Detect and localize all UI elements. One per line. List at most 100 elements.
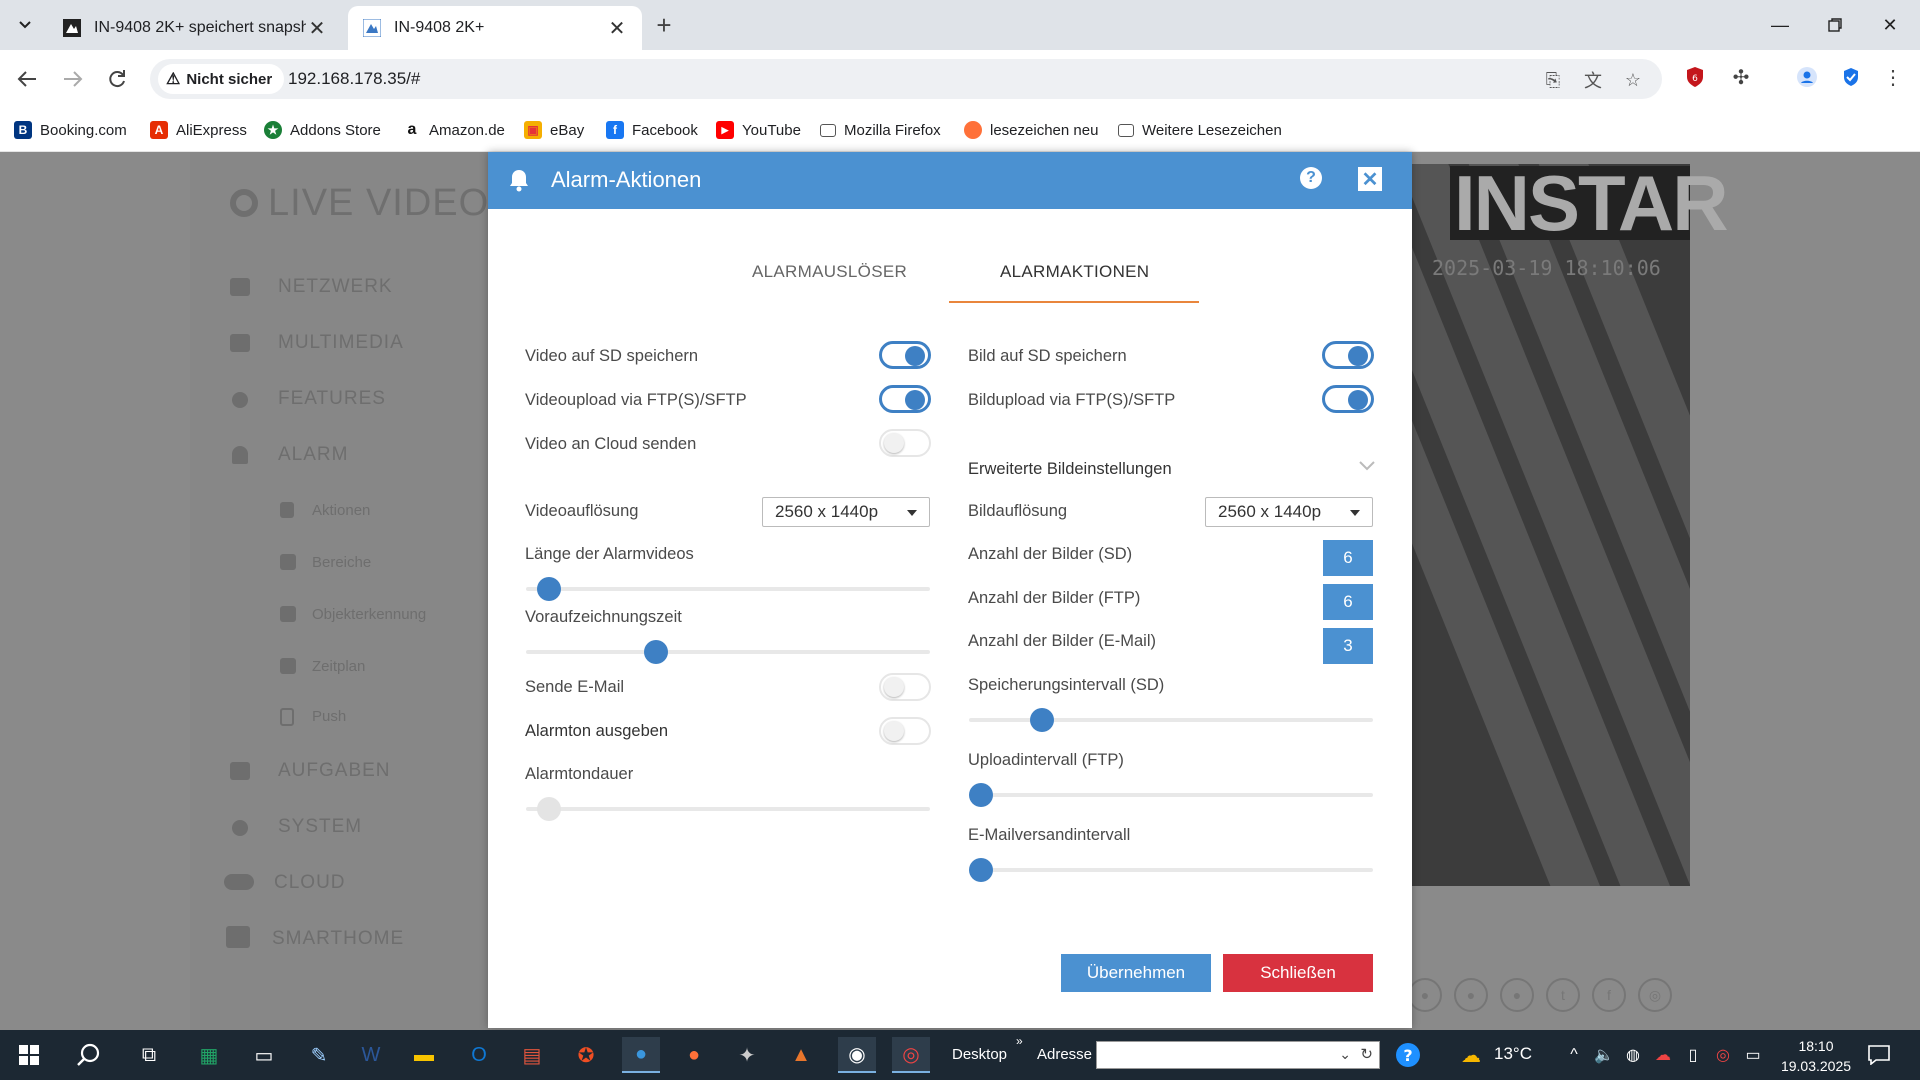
bookmark-youtube[interactable]: ▶ YouTube: [716, 116, 801, 144]
windows-start-icon[interactable]: [10, 1037, 48, 1073]
video-length-slider[interactable]: [526, 577, 930, 601]
apply-button[interactable]: Übernehmen: [1061, 954, 1211, 992]
image-count-ftp-input[interactable]: 6: [1323, 584, 1373, 620]
bookmark-label: eBay: [550, 121, 585, 139]
app-icon[interactable]: ▲: [782, 1037, 820, 1073]
search-icon[interactable]: [70, 1037, 108, 1073]
slider-thumb[interactable]: [643, 640, 668, 664]
taskbar-address-input[interactable]: ⌄ ↻: [1096, 1041, 1380, 1069]
slider-thumb[interactable]: [537, 577, 562, 601]
nav-alarm: ALARM: [278, 444, 349, 465]
address-bar[interactable]: ⚠ Nicht sicher 192.168.178.35/# ⎘ 文 ☆: [150, 59, 1662, 99]
forward-icon[interactable]: [58, 64, 88, 94]
notepad-icon[interactable]: ✎: [300, 1037, 338, 1073]
close-tab-icon[interactable]: ✕: [306, 17, 328, 40]
weather-icon[interactable]: ☁: [1452, 1037, 1490, 1073]
bookmark-amazon[interactable]: a Amazon.de: [403, 116, 505, 144]
app-icon[interactable]: ✪: [567, 1037, 605, 1073]
video-resolution-select[interactable]: 2560 x 1440p: [762, 497, 930, 527]
advanced-image-settings-label[interactable]: Erweiterte Bildeinstellungen: [968, 460, 1172, 479]
tab-alarmaktionen[interactable]: ALARMAKTIONEN: [1000, 262, 1149, 282]
slider-thumb[interactable]: [969, 783, 993, 807]
chrome-icon[interactable]: ◉: [838, 1037, 876, 1073]
notifications-icon[interactable]: [1860, 1037, 1898, 1073]
chevron-down-icon[interactable]: [1359, 458, 1375, 474]
ublock-icon[interactable]: 6: [1682, 64, 1708, 90]
video-sd-toggle[interactable]: [879, 341, 931, 369]
facebook-icon[interactable]: f: [1592, 978, 1626, 1012]
tab-alarmausloeser[interactable]: ALARMAUSLÖSER: [752, 262, 907, 282]
minimize-icon[interactable]: —: [1760, 10, 1800, 40]
close-tab-icon[interactable]: ✕: [606, 17, 628, 40]
video-ftp-toggle[interactable]: [879, 385, 931, 413]
chevron-right-icon[interactable]: »: [1016, 1034, 1023, 1048]
tab-camera[interactable]: IN-9408 2K+ ✕: [348, 6, 642, 50]
menu-kebab-icon[interactable]: ⋮: [1880, 64, 1906, 90]
tab-search-button[interactable]: [10, 10, 40, 40]
terminal-icon[interactable]: ▭: [245, 1037, 283, 1073]
bookmark-star-icon[interactable]: ☆: [1620, 67, 1646, 93]
translate-icon[interactable]: 文: [1580, 67, 1606, 93]
bookmark-ebay[interactable]: ▣ eBay: [524, 116, 584, 144]
image-sd-toggle[interactable]: [1322, 341, 1374, 369]
image-resolution-select[interactable]: 2560 x 1440p: [1205, 497, 1373, 527]
slider-thumb[interactable]: [969, 858, 993, 882]
bookmark-booking[interactable]: B Booking.com: [14, 116, 127, 144]
outlook-icon[interactable]: O: [460, 1037, 498, 1073]
window-close-icon[interactable]: ✕: [1870, 10, 1910, 40]
word-icon[interactable]: W: [352, 1037, 390, 1073]
excel-icon[interactable]: ▦: [190, 1037, 228, 1073]
instagram-icon[interactable]: ◎: [1638, 978, 1672, 1012]
app-icon[interactable]: ●: [622, 1037, 660, 1073]
url-text[interactable]: 192.168.178.35/#: [288, 69, 420, 89]
social-icon[interactable]: ●: [1454, 978, 1488, 1012]
restore-icon[interactable]: [1815, 10, 1855, 40]
app-icon[interactable]: ▤: [513, 1037, 551, 1073]
clock[interactable]: 18:10 19.03.2025: [1780, 1036, 1852, 1076]
dialog-close-icon[interactable]: ✕: [1358, 167, 1382, 191]
app-icon[interactable]: ◎: [892, 1037, 930, 1073]
video-cloud-toggle[interactable]: [879, 429, 931, 457]
bookmark-lesezeichen-neu[interactable]: lesezeichen neu: [964, 116, 1098, 144]
extensions-puzzle-icon[interactable]: ✣: [1728, 64, 1754, 90]
bookmark-aliexpress[interactable]: A AliExpress: [150, 116, 247, 144]
image-count-email-input[interactable]: 3: [1323, 628, 1373, 664]
bookmark-addons[interactable]: ★ Addons Store: [264, 116, 381, 144]
back-icon[interactable]: [12, 64, 42, 94]
alarm-tone-toggle[interactable]: [879, 717, 931, 745]
social-icon[interactable]: ●: [1500, 978, 1534, 1012]
slider-thumb[interactable]: [1029, 708, 1054, 732]
security-chip[interactable]: ⚠ Nicht sicher: [158, 64, 285, 94]
help-icon[interactable]: ?: [1300, 167, 1322, 189]
desktop-toolbar-label[interactable]: Desktop: [952, 1046, 1007, 1063]
image-ftp-toggle[interactable]: [1322, 385, 1374, 413]
profile-icon[interactable]: [1794, 64, 1820, 90]
task-view-icon[interactable]: ⧉: [130, 1037, 168, 1073]
interval-sd-slider[interactable]: [969, 708, 1373, 732]
new-tab-button[interactable]: +: [650, 12, 678, 40]
weather-temperature[interactable]: 13°C: [1494, 1044, 1532, 1064]
bookmark-mozilla-firefox[interactable]: Mozilla Firefox: [820, 116, 941, 144]
app-icon[interactable]: ✦: [728, 1037, 766, 1073]
share-icon[interactable]: ⎘: [1540, 67, 1566, 93]
prerecord-slider[interactable]: [526, 640, 930, 664]
interval-email-slider[interactable]: [969, 858, 1373, 882]
image-count-sd-input[interactable]: 6: [1323, 540, 1373, 576]
close-button[interactable]: Schließen: [1223, 954, 1373, 992]
network-icon[interactable]: ▭: [1734, 1037, 1772, 1073]
help-icon[interactable]: ?: [1389, 1037, 1427, 1073]
send-email-toggle[interactable]: [879, 673, 931, 701]
bookmark-weitere[interactable]: Weitere Lesezeichen: [1118, 116, 1282, 144]
shield-check-icon[interactable]: [1838, 64, 1864, 90]
social-icon[interactable]: ●: [1408, 978, 1442, 1012]
firefox-icon[interactable]: ●: [675, 1037, 713, 1073]
chevron-down-icon[interactable]: ⌄: [1339, 1046, 1351, 1063]
reload-icon[interactable]: [102, 64, 132, 94]
twitter-icon[interactable]: t: [1546, 978, 1580, 1012]
bookmark-facebook[interactable]: f Facebook: [606, 116, 698, 144]
explorer-folder-icon[interactable]: ▬: [405, 1037, 443, 1073]
refresh-icon[interactable]: ↻: [1360, 1045, 1373, 1063]
interval-ftp-slider[interactable]: [969, 783, 1373, 807]
nav-alarm-bereiche: Bereiche: [312, 554, 372, 571]
tab-snapshot[interactable]: IN-9408 2K+ speichert snapsho ✕: [48, 6, 342, 50]
